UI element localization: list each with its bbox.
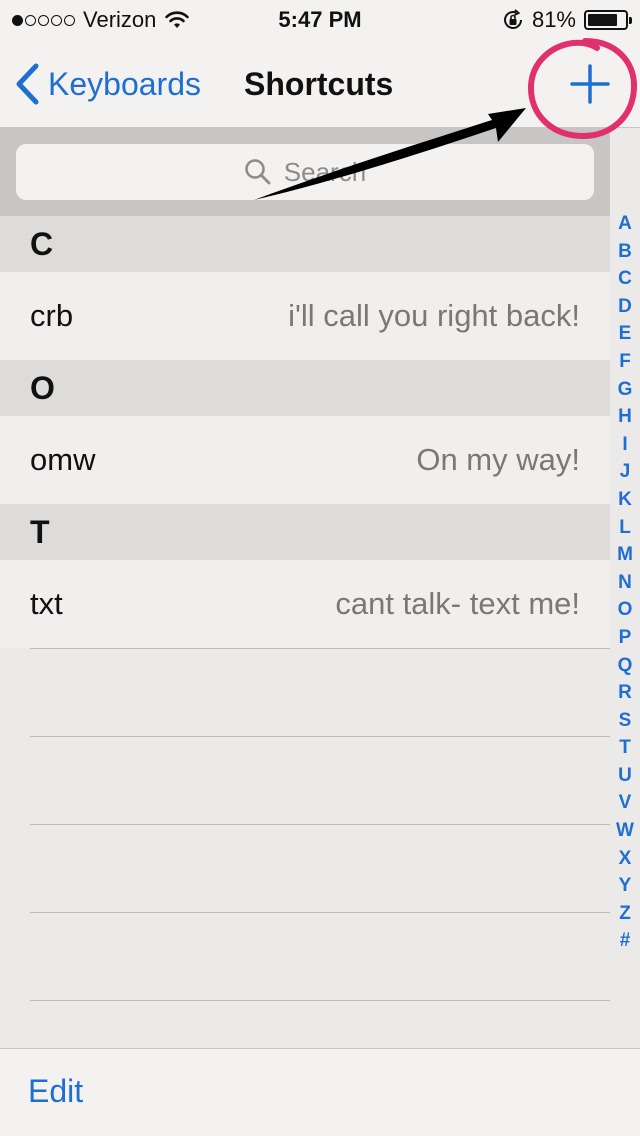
battery-nub [629,17,632,24]
row-separator [30,912,610,913]
section-index-letter[interactable]: P [619,624,632,652]
battery-percent: 81% [531,7,576,32]
search-icon [244,159,271,185]
shortcut-phrase: txt [30,586,63,621]
plus-icon [570,64,610,104]
shortcut-text: On my way! [416,442,580,477]
section-index-letter[interactable]: Z [619,900,631,928]
shortcut-text: cant talk- text me! [335,586,580,621]
list-item[interactable]: txt cant talk- text me! [0,560,610,648]
chevron-left-icon [16,63,39,105]
section-index-letter[interactable]: Q [618,652,633,680]
shortcut-list: C crb i'll call you right back! O omw On… [0,216,610,648]
section-index-letter[interactable]: J [620,458,631,486]
section-index-letter[interactable]: G [618,376,633,404]
section-index-letter[interactable]: C [618,265,632,293]
section-index-letter[interactable]: T [619,734,631,762]
section-header: O [0,360,610,416]
section-index-letter[interactable]: H [618,403,632,431]
section-index-letter[interactable]: R [618,679,632,707]
row-separator [30,648,610,649]
page-title: Shortcuts [244,66,394,102]
section-index-letter[interactable]: L [619,514,631,542]
row-separator [30,824,610,825]
section-index-letter[interactable]: X [619,845,632,873]
orientation-lock-icon [503,9,522,29]
section-index-letter[interactable]: V [619,789,632,817]
section-index[interactable]: A B C D E F G H I J K L M N O P Q R S T U V W X Y Z # [612,210,638,955]
section-index-letter[interactable]: # [620,927,631,955]
bottom-toolbar: Edit [0,1048,640,1136]
shortcut-phrase: crb [30,298,74,333]
status-bar: Verizon 5:47 PM 81% [0,0,640,40]
row-separator [30,1000,610,1001]
section-index-letter[interactable]: O [618,596,633,624]
add-shortcut-button[interactable] [566,60,614,108]
search-placeholder: Search [283,156,367,187]
list-item[interactable]: crb i'll call you right back! [0,272,610,360]
section-letter: C [30,225,54,262]
section-index-letter[interactable]: Y [619,872,632,900]
empty-list-area [0,648,610,1048]
row-separator [30,736,610,737]
list-item[interactable]: omw On my way! [0,416,610,504]
battery-fill [588,14,618,26]
shortcut-text: i'll call you right back! [288,298,580,333]
section-index-letter[interactable]: K [618,486,632,514]
section-index-letter[interactable]: E [619,320,632,348]
edit-button[interactable]: Edit [28,1073,83,1110]
section-index-letter[interactable]: I [622,431,627,459]
shortcut-phrase: omw [30,442,96,477]
section-letter: T [30,513,50,550]
section-index-letter[interactable]: B [618,238,632,266]
section-index-letter[interactable]: F [619,348,631,376]
search-input[interactable]: Search [16,144,594,200]
section-index-letter[interactable]: U [618,762,632,790]
section-index-letter[interactable]: M [617,541,633,569]
section-letter: O [30,369,55,406]
section-index-letter[interactable]: A [618,210,632,238]
section-index-letter[interactable]: N [618,569,632,597]
status-right: 81% [502,7,632,33]
section-index-letter[interactable]: W [616,817,634,845]
battery-icon [584,10,632,30]
section-header: C [0,216,610,272]
section-index-letter[interactable]: D [618,293,632,321]
search-bar-area: Search [0,128,610,216]
navigation-bar: Keyboards Shortcuts [0,40,640,128]
back-button[interactable]: Keyboards [14,62,201,106]
back-button-label: Keyboards [48,65,201,102]
section-header: T [0,504,610,560]
section-index-letter[interactable]: S [619,707,632,735]
